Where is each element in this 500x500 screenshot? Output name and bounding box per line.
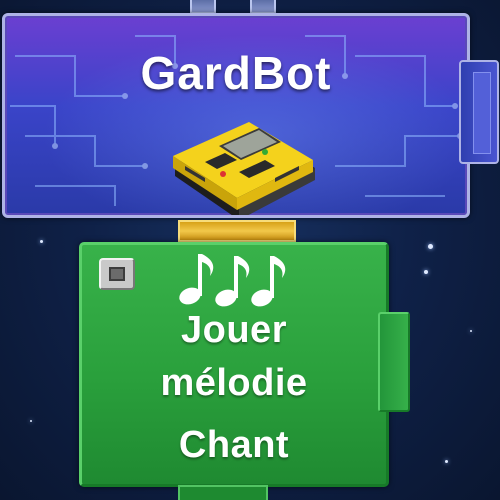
block-label-line3: Chant [178,424,290,466]
robot-name-title: GardBot [140,47,332,99]
block-menu-icon-square [109,267,125,281]
star [445,460,448,463]
header-side-connector [459,60,499,164]
top-connector-right [250,0,276,14]
top-connector-left [190,0,216,14]
star [470,330,472,332]
block-label-line1: Jouer [181,309,287,351]
block-menu-icon[interactable] [99,258,135,290]
music-notes-icon [179,254,286,307]
header-side-connector-inner [473,72,491,154]
block-bottom-connector [178,485,268,500]
star [30,420,32,422]
programmable-brick-icon [173,122,315,215]
star [428,244,433,249]
block-connector [178,220,296,242]
robot-header-panel[interactable]: GardBot [2,13,470,218]
star [40,240,43,243]
game-canvas: GardBot Jouer mélodie Chant [0,0,500,500]
block-label-line2: mélodie [160,362,308,404]
star [424,270,428,274]
